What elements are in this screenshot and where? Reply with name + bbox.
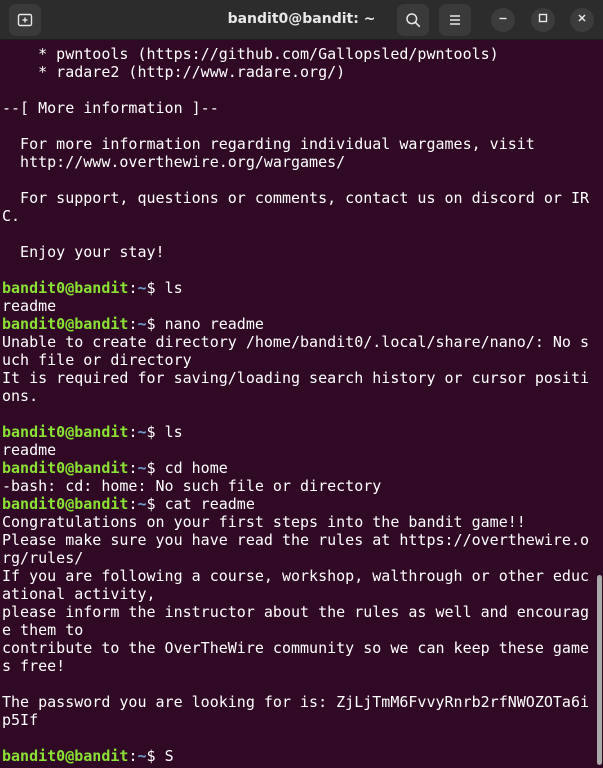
prompt-symbol: $ — [146, 459, 165, 477]
output-line: Enjoy your stay! — [2, 243, 165, 261]
output-line: If you are following a course, workshop,… — [2, 567, 589, 585]
prompt-command: nano readme — [164, 315, 264, 333]
output-line: * pwntools (https://github.com/Gallopsle… — [2, 45, 499, 63]
prompt-path: ~ — [137, 423, 147, 441]
new-tab-icon — [17, 12, 33, 28]
prompt-line: bandit0@bandit:~$ cd home — [2, 459, 592, 477]
output-line: * radare2 (http://www.radare.org/) — [2, 63, 346, 81]
prompt-path: ~ — [137, 747, 147, 765]
output-line: C. — [2, 207, 21, 225]
output-line: readme — [2, 441, 57, 459]
output-line: It is required for saving/loading search… — [2, 369, 589, 387]
prompt-user: bandit0@bandit — [2, 423, 129, 441]
prompt-symbol: $ — [146, 747, 165, 765]
prompt-line: bandit0@bandit:~$ cat readme — [2, 495, 592, 513]
output-line: s free! — [2, 657, 66, 675]
prompt-user: bandit0@bandit — [2, 495, 129, 513]
prompt-command: cat readme — [164, 495, 255, 513]
prompt-user: bandit0@bandit — [2, 279, 129, 297]
output-line: For more information regarding individua… — [2, 135, 535, 153]
prompt-path: ~ — [137, 315, 147, 333]
prompt-symbol: $ — [146, 495, 165, 513]
prompt-command: ls — [164, 279, 183, 297]
prompt-command: cd home — [164, 459, 228, 477]
search-icon — [405, 12, 421, 28]
prompt-line: bandit0@bandit:~$ S — [2, 747, 592, 765]
maximize-button[interactable] — [531, 8, 555, 32]
minimize-button[interactable] — [491, 8, 515, 32]
maximize-icon — [537, 11, 549, 29]
prompt-user: bandit0@bandit — [2, 747, 129, 765]
output-line: Please make sure you have read the rules… — [2, 531, 589, 549]
menu-button[interactable] — [439, 4, 471, 36]
prompt-command: ls — [164, 423, 183, 441]
minimize-icon — [497, 11, 509, 29]
scrollbar-thumb[interactable] — [597, 575, 602, 765]
prompt-user: bandit0@bandit — [2, 315, 129, 333]
prompt-line: bandit0@bandit:~$ nano readme — [2, 315, 592, 333]
search-button[interactable] — [397, 4, 429, 36]
output-line: The password you are looking for is: ZjL… — [2, 693, 589, 711]
output-line: --[ More information ]-- — [2, 99, 219, 117]
output-line: ons. — [2, 387, 39, 405]
scrollbar[interactable] — [594, 45, 603, 768]
output-line: Congratulations on your first steps into… — [2, 513, 526, 531]
prompt-command: S — [164, 747, 174, 765]
prompt-line: bandit0@bandit:~$ ls — [2, 423, 592, 441]
output-line: Unable to create directory /home/bandit0… — [2, 333, 589, 351]
title-bar: bandit0@bandit: ~ — [0, 0, 603, 40]
prompt-path: ~ — [137, 459, 147, 477]
prompt-user: bandit0@bandit — [2, 459, 129, 477]
output-line: rg/rules/ — [2, 549, 84, 567]
output-line: ational activity, — [2, 585, 156, 603]
prompt-path: ~ — [137, 279, 147, 297]
output-line: readme — [2, 297, 57, 315]
output-line: http://www.overthewire.org/wargames/ — [2, 153, 346, 171]
terminal-window: bandit0@bandit: ~ * pwntools (https://gi… — [0, 0, 603, 768]
close-icon — [576, 11, 588, 29]
output-line: -bash: cd: home: No such file or directo… — [2, 477, 382, 495]
output-line: contribute to the OverTheWire community … — [2, 639, 589, 657]
prompt-path: ~ — [137, 495, 147, 513]
prompt-symbol: $ — [146, 423, 165, 441]
hamburger-menu-icon — [447, 12, 463, 28]
prompt-symbol: $ — [146, 279, 165, 297]
new-tab-button[interactable] — [9, 4, 41, 36]
close-button[interactable] — [570, 8, 594, 32]
output-line: uch file or directory — [2, 351, 192, 369]
prompt-symbol: $ — [146, 315, 165, 333]
output-line: For support, questions or comments, cont… — [2, 189, 589, 207]
prompt-line: bandit0@bandit:~$ ls — [2, 279, 592, 297]
output-line: e them to — [2, 621, 84, 639]
output-line: please inform the instructor about the r… — [2, 603, 589, 621]
terminal-output[interactable]: * pwntools (https://github.com/Gallopsle… — [2, 45, 592, 768]
output-line: p5If — [2, 711, 39, 729]
